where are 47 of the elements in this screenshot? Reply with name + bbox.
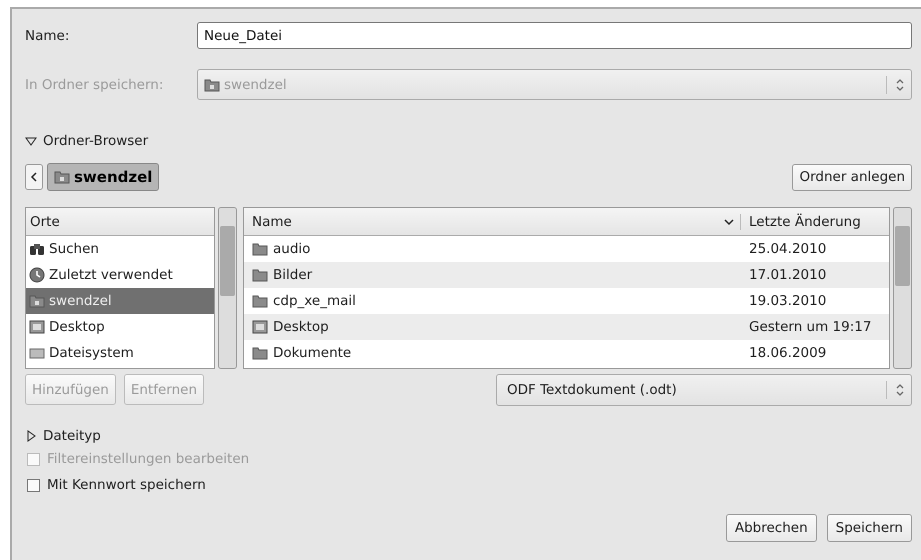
place-item[interactable]: swendzel — [26, 288, 214, 314]
new-folder-button[interactable]: Ordner anlegen — [792, 164, 912, 190]
place-item[interactable]: Zuletzt verwendet — [26, 262, 214, 288]
column-header[interactable]: Orte — [26, 208, 214, 236]
path-button[interactable]: swendzel — [47, 163, 160, 191]
folder-browser-expander[interactable]: Ordner-Browser — [25, 131, 148, 151]
file-name[interactable]: cdp_xe_mail — [244, 288, 741, 314]
modified-date: 25.04.2010 — [748, 240, 828, 259]
folder-label: In Ordner speichern: — [25, 76, 164, 92]
binoculars-icon — [29, 241, 45, 257]
chevron-down-icon — [724, 218, 734, 226]
file-type-expander[interactable]: Dateityp — [25, 426, 101, 446]
place-item[interactable]: Desktop — [26, 314, 214, 340]
clock-icon — [29, 267, 45, 283]
modified-date: 18.06.2009 — [748, 344, 828, 363]
file-name[interactable]: Bilder — [244, 262, 741, 288]
chevron-left-icon — [30, 172, 38, 182]
place-item[interactable]: Suchen — [26, 236, 214, 262]
updown-icon — [895, 78, 905, 92]
file-name[interactable]: audio — [244, 236, 741, 262]
save-button[interactable]: Speichern — [826, 514, 912, 542]
column-header[interactable]: Letzte Änderung — [740, 214, 889, 230]
folder-icon — [204, 76, 220, 92]
file-type-dropdown[interactable]: ODF Textdokument (.odt) — [496, 374, 912, 406]
name-field[interactable]: Neue_Datei — [197, 22, 912, 49]
folder-icon — [29, 293, 45, 309]
name-label: Name: — [25, 28, 70, 44]
modified-date: 17.01.2010 — [748, 266, 828, 285]
folder-icon — [252, 293, 268, 309]
desktop-icon — [252, 319, 268, 335]
place-item[interactable]: Dateisystem — [26, 340, 214, 366]
folder-icon — [252, 267, 268, 283]
option-checkbox[interactable]: Mit Kennwort speichern — [27, 472, 206, 498]
cancel-button[interactable]: Abbrechen — [726, 514, 817, 542]
scrollbar[interactable] — [893, 207, 912, 369]
folder-icon — [54, 169, 70, 185]
folder-icon — [252, 345, 268, 361]
modified-date: 19.03.2010 — [748, 292, 828, 311]
file-name[interactable]: Desktop — [244, 314, 741, 340]
updown-icon — [895, 383, 905, 397]
folder-icon — [252, 241, 268, 257]
desktop-icon — [29, 319, 45, 335]
file-name[interactable]: Dokumente — [244, 340, 741, 366]
scrollbar[interactable] — [218, 207, 237, 369]
column-header[interactable]: Name — [244, 214, 724, 230]
back-button[interactable] — [25, 164, 43, 190]
modified-date: Gestern um 19:17 — [748, 318, 872, 337]
